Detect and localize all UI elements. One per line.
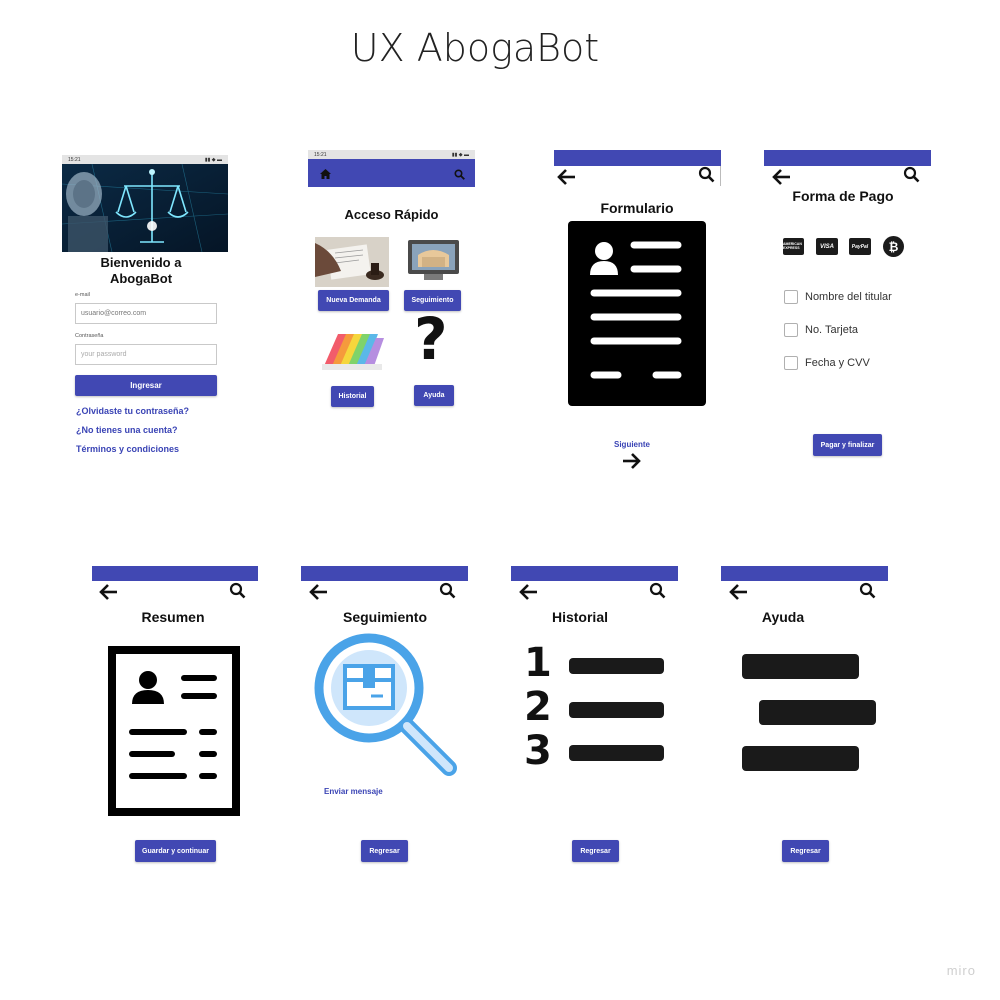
top-navbar — [308, 159, 475, 187]
password-label: Contraseña — [75, 333, 104, 339]
help-button[interactable]: Ayuda — [414, 385, 454, 406]
pay-finish-button[interactable]: Pagar y finalizar — [813, 434, 882, 456]
login-button[interactable]: Ingresar — [75, 375, 217, 396]
history-title: Historial — [551, 609, 608, 625]
password-field[interactable]: your password — [75, 344, 217, 365]
login-heading-line1: Bienvenido a — [100, 255, 182, 270]
help-title: Ayuda — [761, 609, 805, 625]
email-field[interactable]: usuario@correo.com — [75, 303, 217, 324]
summary-document-icon — [108, 646, 240, 816]
status-time: 15:21 — [314, 151, 327, 158]
status-bar: 15:21 ▮▮ ◆ ▬ — [308, 150, 475, 159]
back-arrow-icon[interactable] — [728, 583, 748, 601]
terms-link[interactable]: Términos y condiciones — [76, 444, 179, 454]
hero-robot-justice-image — [62, 164, 228, 252]
back-button[interactable]: Regresar — [782, 840, 829, 862]
back-arrow-icon[interactable] — [518, 583, 538, 601]
top-navbar — [764, 150, 931, 166]
form-document-icon — [568, 221, 706, 406]
save-continue-button[interactable]: Guardar y continuar — [135, 840, 216, 862]
chat-bubble-bar — [742, 746, 859, 771]
help-question-icon: ? — [414, 305, 448, 373]
back-button[interactable]: Regresar — [572, 840, 619, 862]
help-screen: Ayuda Regresar — [721, 566, 889, 866]
home-icon[interactable] — [320, 169, 331, 179]
card-number-checkbox[interactable] — [784, 323, 798, 337]
top-navbar — [92, 566, 258, 581]
back-arrow-icon[interactable] — [308, 583, 328, 601]
back-arrow-icon[interactable] — [556, 168, 576, 186]
send-message-link[interactable]: Enviar mensaje — [324, 787, 383, 796]
paypal-card-icon[interactable]: PayPal — [849, 238, 871, 255]
tracking-monitor-image — [408, 240, 459, 280]
status-icons: ▮▮ ◆ ▬ — [204, 156, 222, 163]
list-number: 3 — [524, 728, 552, 774]
history-button[interactable]: Historial — [331, 386, 374, 407]
search-icon[interactable] — [859, 582, 876, 599]
search-icon[interactable] — [903, 166, 920, 183]
form-title: Formulario — [600, 200, 674, 216]
payment-title: Forma de Pago — [792, 188, 894, 204]
tracking-title: Seguimiento — [342, 609, 427, 625]
login-heading-line2: AbogaBot — [109, 271, 173, 286]
next-link[interactable]: Siguiente — [614, 440, 650, 449]
back-button[interactable]: Regresar — [361, 840, 408, 862]
back-arrow-icon[interactable] — [98, 583, 118, 601]
search-icon[interactable] — [698, 166, 715, 183]
register-link[interactable]: ¿No tienes una cuenta? — [76, 425, 178, 435]
payment-screen: Forma de Pago AMERICAN EXPRESS VISA PayP… — [764, 150, 932, 460]
date-cvv-label: Fecha y CVV — [805, 357, 870, 369]
status-time: 15:21 — [68, 156, 81, 163]
summary-title: Resumen — [141, 609, 205, 625]
visa-card-icon[interactable]: VISA — [816, 238, 838, 255]
status-bar: 15:21 ▮▮ ◆ ▬ — [62, 155, 228, 164]
top-navbar — [511, 566, 678, 581]
list-number: 1 — [524, 640, 552, 686]
email-label: e-mail — [75, 292, 90, 298]
quick-access-title: Acceso Rápido — [344, 207, 439, 222]
list-number: 2 — [524, 684, 552, 730]
board-title: UX AbogaBot — [350, 26, 600, 70]
history-item-bar — [569, 702, 664, 718]
new-claim-button[interactable]: Nueva Demanda — [318, 290, 389, 311]
chat-bubble-bar — [759, 700, 876, 725]
amex-card-icon[interactable]: AMERICAN EXPRESS — [783, 238, 804, 255]
back-arrow-icon[interactable] — [771, 168, 791, 186]
form-screen: Formulario Siguiente — [554, 150, 722, 475]
top-navbar — [721, 566, 888, 581]
chat-bubble-bar — [742, 654, 859, 679]
history-folders-image — [322, 334, 384, 370]
login-screen: 15:21 ▮▮ ◆ ▬ Bienvenido a AbogaBot e-mai… — [62, 155, 228, 465]
date-cvv-checkbox[interactable] — [784, 356, 798, 370]
forgot-password-link[interactable]: ¿Olvidaste tu contraseña? — [76, 406, 189, 416]
quick-access-screen: 15:21 ▮▮ ◆ ▬ Acceso Rápido Nueva Demanda… — [308, 150, 476, 412]
holder-name-checkbox[interactable] — [784, 290, 798, 304]
search-icon[interactable] — [229, 582, 246, 599]
card-number-label: No. Tarjeta — [805, 324, 858, 336]
history-item-bar — [569, 658, 664, 674]
next-arrow-icon[interactable] — [622, 452, 642, 470]
top-navbar — [301, 566, 468, 581]
package-magnifier-icon — [314, 633, 457, 776]
navbar-edge — [720, 166, 721, 186]
search-icon[interactable] — [649, 582, 666, 599]
holder-name-label: Nombre del titular — [805, 291, 892, 303]
bitcoin-icon[interactable]: ₿ — [883, 236, 904, 257]
tracking-screen: Seguimiento Enviar mensaje Regresar — [301, 566, 469, 866]
top-navbar — [554, 150, 721, 166]
search-icon[interactable] — [439, 582, 456, 599]
summary-screen: Resumen Guardar y continuar — [92, 566, 260, 866]
miro-watermark: miro — [946, 963, 976, 978]
history-screen: Historial 1 2 3 Regresar — [511, 566, 679, 866]
search-icon[interactable] — [454, 169, 465, 180]
history-item-bar — [569, 745, 664, 761]
documents-gavel-image — [315, 237, 389, 287]
status-icons: ▮▮ ◆ ▬ — [451, 151, 469, 158]
